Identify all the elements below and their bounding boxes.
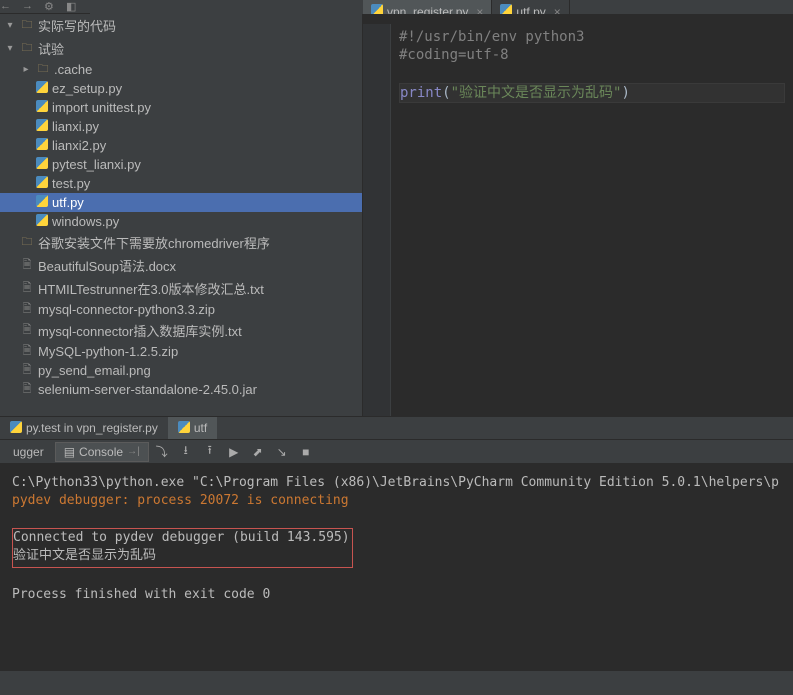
- tree-item-label: BeautifulSoup语法.docx: [38, 256, 176, 275]
- tree-item-label: .cache: [54, 62, 92, 77]
- tree-item[interactable]: ▸ 🗀 .cache: [0, 60, 362, 79]
- run-tab-label: py.test in vpn_register.py: [26, 421, 158, 435]
- python-file-icon: [36, 119, 48, 134]
- tree-item[interactable]: windows.py: [0, 212, 362, 231]
- folder-icon: 🗀: [36, 63, 50, 77]
- code-content[interactable]: #!/usr/bin/env python3 #coding=utf-8 pri…: [391, 24, 793, 416]
- tool-icon-2[interactable]: ◧: [66, 0, 80, 14]
- evaluate-button[interactable]: ⬈: [247, 441, 269, 463]
- python-file-icon: [36, 138, 48, 153]
- tree-item[interactable]: 🗎 selenium-server-standalone-2.45.0.jar: [0, 380, 362, 399]
- run-config-tabs: py.test in vpn_register.py utf: [0, 416, 793, 440]
- tree-item[interactable]: lianxi.py: [0, 117, 362, 136]
- run-tab-label: utf: [194, 421, 207, 435]
- tree-item[interactable]: 🗎 py_send_email.png: [0, 361, 362, 380]
- tree-item-label: selenium-server-standalone-2.45.0.jar: [38, 382, 257, 397]
- tree-item-label: 谷歌安装文件下需要放chromedriver程序: [38, 233, 270, 252]
- python-file-icon: [36, 214, 48, 229]
- python-file-icon: [178, 421, 190, 436]
- tree-item-label: test.py: [52, 176, 90, 191]
- tree-item-label: mysql-connector-python3.3.zip: [38, 302, 215, 317]
- tree-item-label: windows.py: [52, 214, 119, 229]
- tree-item-label: lianxi.py: [52, 119, 99, 134]
- tree-item[interactable]: 🗎 mysql-connector-python3.3.zip: [0, 300, 362, 319]
- tree-folder[interactable]: ▾ 🗀 试验: [0, 37, 362, 60]
- tree-item-label: mysql-connector插入数据库实例.txt: [38, 321, 242, 340]
- file-icon: 🗎: [20, 282, 34, 296]
- tree-item[interactable]: utf.py: [0, 193, 362, 212]
- tree-item[interactable]: ez_setup.py: [0, 79, 362, 98]
- folder-icon: 🗀: [20, 42, 34, 56]
- step-into-button[interactable]: ⭳: [175, 441, 197, 463]
- file-icon: 🗎: [20, 345, 34, 359]
- stop-button[interactable]: ■: [295, 441, 317, 463]
- tree-item-label: MySQL-python-1.2.5.zip: [38, 344, 178, 359]
- pin-icon[interactable]: →|: [127, 446, 140, 457]
- python-file-icon: [36, 157, 48, 172]
- console-output[interactable]: C:\Python33\python.exe "C:\Program Files…: [0, 464, 793, 671]
- chevron-down-icon[interactable]: ▾: [4, 43, 16, 55]
- console-icon: ▤: [64, 445, 75, 459]
- tree-item-label: ez_setup.py: [52, 81, 122, 96]
- python-file-icon: [36, 81, 48, 96]
- tree-item-label: py_send_email.png: [38, 363, 151, 378]
- chevron-down-icon[interactable]: ▾: [4, 20, 16, 32]
- tree-item[interactable]: 🗎 MySQL-python-1.2.5.zip: [0, 342, 362, 361]
- tree-item-label: import unittest.py: [52, 100, 151, 115]
- folder-icon: 🗀: [20, 19, 34, 33]
- tree-item[interactable]: import unittest.py: [0, 98, 362, 117]
- step-out-button[interactable]: ⭱: [199, 441, 221, 463]
- chevron-icon[interactable]: [4, 237, 16, 249]
- nav-fwd-icon[interactable]: →: [22, 0, 36, 14]
- editor-gutter: [363, 24, 391, 416]
- python-file-icon: [36, 100, 48, 115]
- tree-folder-label: 实际写的代码: [38, 16, 116, 35]
- tree-item[interactable]: test.py: [0, 174, 362, 193]
- run-tab-utf[interactable]: utf: [168, 417, 217, 439]
- file-icon: 🗎: [20, 259, 34, 273]
- tree-item[interactable]: 🗀 谷歌安装文件下需要放chromedriver程序: [0, 231, 362, 254]
- project-tree[interactable]: ▾ 🗀 实际写的代码 ▾ 🗀 试验 ▸ 🗀 .cache ez_setup.pyimp…: [0, 14, 363, 416]
- tree-item[interactable]: 🗎 mysql-connector插入数据库实例.txt: [0, 319, 362, 342]
- resume-button[interactable]: ▶: [223, 441, 245, 463]
- console-exit-line: Process finished with exit code 0: [12, 587, 270, 602]
- folder-icon: 🗀: [20, 236, 34, 250]
- python-file-icon: [36, 176, 48, 191]
- python-file-icon: [10, 421, 22, 436]
- tree-item[interactable]: lianxi2.py: [0, 136, 362, 155]
- chevron-right-icon[interactable]: ▸: [20, 64, 32, 76]
- debugger-tab[interactable]: ugger: [4, 442, 53, 462]
- console-tab-label: Console: [79, 445, 123, 459]
- console-line: Connected to pydev debugger (build 143.5…: [13, 530, 350, 545]
- run-tab-pytest[interactable]: py.test in vpn_register.py: [0, 417, 168, 439]
- console-output-line: 验证中文是否显示为乱码: [13, 548, 156, 563]
- python-file-icon: [36, 195, 48, 210]
- file-icon: 🗎: [20, 383, 34, 397]
- tree-item-label: HTMILTestrunner在3.0版本修改汇总.txt: [38, 279, 264, 298]
- step-over-button[interactable]: ⤵: [151, 441, 173, 463]
- file-icon: 🗎: [20, 364, 34, 378]
- tree-item[interactable]: pytest_lianxi.py: [0, 155, 362, 174]
- nav-back-icon[interactable]: ←: [0, 0, 14, 14]
- file-icon: 🗎: [20, 324, 34, 338]
- tree-folder-label: 试验: [38, 39, 64, 58]
- run-to-cursor-button[interactable]: ↘: [271, 441, 293, 463]
- debugger-tab-label: ugger: [13, 445, 44, 459]
- tree-item-label: utf.py: [52, 195, 84, 210]
- tree-item-label: pytest_lianxi.py: [52, 157, 141, 172]
- console-tab[interactable]: ▤ Console →|: [55, 442, 149, 462]
- console-line: pydev debugger: process 20072 is connect…: [12, 493, 349, 508]
- console-line: C:\Python33\python.exe "C:\Program Files…: [12, 475, 779, 490]
- tree-item[interactable]: 🗎 HTMILTestrunner在3.0版本修改汇总.txt: [0, 277, 362, 300]
- code-editor[interactable]: #!/usr/bin/env python3 #coding=utf-8 pri…: [363, 14, 793, 416]
- file-icon: 🗎: [20, 303, 34, 317]
- tree-folder[interactable]: ▾ 🗀 实际写的代码: [0, 14, 362, 37]
- tool-icon[interactable]: ⚙: [44, 0, 58, 14]
- tree-item[interactable]: 🗎 BeautifulSoup语法.docx: [0, 254, 362, 277]
- tree-item-label: lianxi2.py: [52, 138, 106, 153]
